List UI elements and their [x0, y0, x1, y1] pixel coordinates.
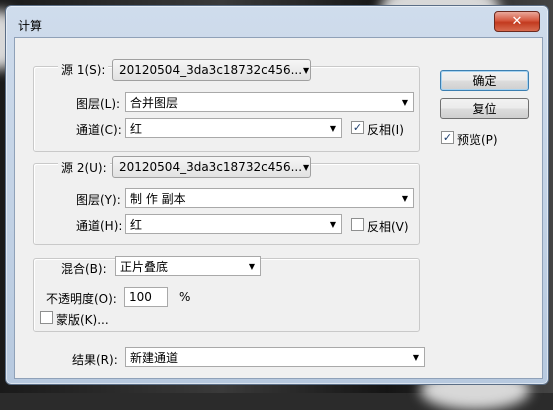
chevron-down-icon: ▼ [302, 162, 310, 172]
source1-invert-label: 反相(I) [367, 123, 404, 137]
source1-invert-checkbox[interactable]: ✓ [351, 121, 364, 134]
source2-label: 源 2(U): [58, 159, 110, 176]
preview-checkbox[interactable]: ✓ [441, 131, 454, 144]
source1-layer-value: 合并图层 [130, 95, 179, 110]
source1-channel-value: 红 [130, 121, 143, 136]
chevron-down-icon: ▼ [412, 352, 420, 362]
opacity-unit: % [179, 290, 191, 304]
opacity-label: 不透明度(O): [46, 292, 117, 306]
ok-button[interactable]: 确定 [440, 70, 529, 91]
ok-button-label: 确定 [472, 74, 497, 88]
source2-dropdown[interactable]: 20120504_3da3c18732c456... ▼ [112, 156, 311, 178]
source1-layer-label: 图层(L): [76, 97, 121, 111]
chevron-down-icon: ▼ [329, 123, 337, 133]
source1-channel-select[interactable]: 红 ▼ [125, 118, 342, 138]
checkmark-icon: ✓ [352, 121, 363, 134]
source1-label: 源 1(S): [58, 61, 109, 78]
source2-invert-label: 反相(V) [367, 220, 409, 234]
opacity-value: 100 [129, 290, 152, 304]
dialog-body: 源 1(S): 20120504_3da3c18732c456... ▼ 图层(… [14, 37, 543, 379]
blend-label: 混合(B): [58, 260, 110, 277]
source2-channel-value: 红 [130, 217, 143, 232]
source2-layer-select[interactable]: 制 作 副本 ▼ [125, 188, 414, 208]
opacity-input[interactable]: 100 [124, 287, 168, 307]
source1-dropdown[interactable]: 20120504_3da3c18732c456... ▼ [112, 59, 311, 81]
result-select[interactable]: 新建通道 ▼ [125, 347, 425, 367]
blend-mode-value: 正片叠底 [120, 259, 169, 274]
mask-label: 蒙版(K)... [56, 313, 109, 327]
source2-value: 20120504_3da3c18732c456... [119, 160, 303, 174]
result-label: 结果(R): [72, 353, 118, 367]
source2-layer-value: 制 作 副本 [130, 191, 186, 206]
source2-channel-select[interactable]: 红 ▼ [125, 214, 342, 234]
preview-label: 预览(P) [457, 133, 498, 147]
source2-invert-checkbox[interactable] [351, 218, 364, 231]
source1-layer-select[interactable]: 合并图层 ▼ [125, 92, 414, 112]
chevron-down-icon: ▼ [248, 261, 256, 271]
result-value: 新建通道 [130, 350, 179, 365]
reset-button-label: 复位 [472, 102, 497, 116]
source1-value: 20120504_3da3c18732c456... [119, 63, 303, 77]
checkmark-icon: ✓ [442, 131, 453, 144]
chevron-down-icon: ▼ [401, 97, 409, 107]
close-icon: ✕ [511, 14, 523, 29]
dialog-title: 计算 [18, 19, 43, 33]
title-bar: 计算 ✕ [6, 6, 548, 36]
source1-channel-label: 通道(C): [76, 123, 122, 137]
blend-mode-select[interactable]: 正片叠底 ▼ [115, 256, 261, 276]
chevron-down-icon: ▼ [329, 219, 337, 229]
chevron-down-icon: ▼ [401, 193, 409, 203]
mask-checkbox[interactable] [40, 311, 53, 324]
reset-button[interactable]: 复位 [440, 98, 529, 119]
chevron-down-icon: ▼ [302, 65, 310, 75]
source2-channel-label: 通道(H): [76, 219, 123, 233]
close-button[interactable]: ✕ [494, 11, 540, 32]
source2-layer-label: 图层(Y): [76, 193, 121, 207]
calculations-dialog: 计算 ✕ 源 1(S): 20120504_3da3c18732c456... … [5, 5, 549, 385]
